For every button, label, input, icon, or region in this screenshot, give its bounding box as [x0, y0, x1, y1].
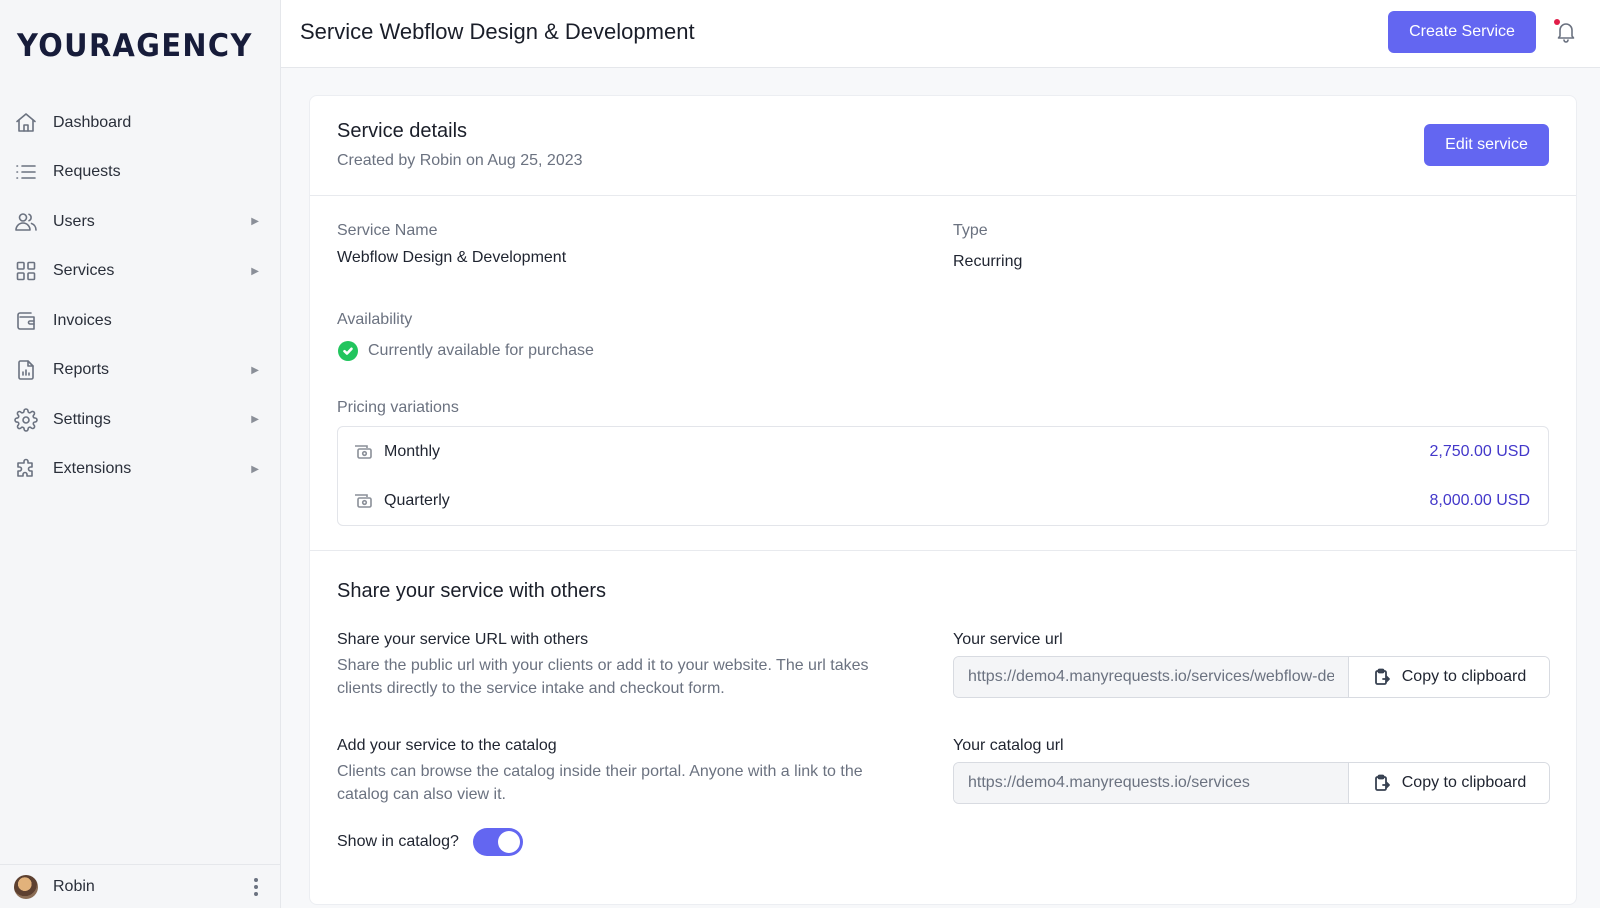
service-details-card: Service details Created by Robin on Aug … [309, 95, 1577, 905]
list-item: Monthly 2,750.00 USD [338, 427, 1548, 476]
price-variation-name: Quarterly [384, 491, 450, 509]
catalog-heading: Add your service to the catalog [337, 737, 557, 754]
service-url-input[interactable] [954, 657, 1348, 697]
agency-logo[interactable]: YOURAGENCY [17, 28, 253, 64]
sidebar-item-dashboard[interactable]: Dashboard [0, 98, 281, 148]
wallet-icon [14, 309, 38, 333]
sidebar-item-extensions[interactable]: Extensions ▶ [0, 445, 281, 495]
puzzle-icon [14, 457, 38, 481]
copy-button-label: Copy to clipboard [1401, 668, 1527, 685]
list-item: Quarterly 8,000.00 USD [338, 476, 1548, 525]
gear-icon [14, 407, 38, 432]
price-amount: 8,000.00 USD [1429, 491, 1530, 509]
sidebar-item-settings[interactable]: Settings ▶ [0, 395, 281, 445]
edit-service-button[interactable]: Edit service [1424, 124, 1549, 166]
more-options-icon[interactable] [245, 877, 267, 896]
expand-arrow-icon[interactable]: ▶ [251, 216, 259, 227]
service-name-label: Service Name [337, 222, 438, 239]
share-url-description: Share the public url with your clients o… [337, 657, 869, 697]
sidebar-item-requests[interactable]: Requests [0, 148, 281, 198]
sidebar-item-services[interactable]: Services ▶ [0, 247, 281, 297]
share-section-title: Share your service with others [337, 580, 607, 602]
pricing-label: Pricing variations [337, 399, 459, 416]
toggle-label: Show in catalog? [337, 833, 459, 850]
type-value: Recurring [953, 253, 1023, 270]
service-url-group: Copy to clipboard [953, 656, 1550, 698]
copy-service-url-button[interactable]: Copy to clipboard [1348, 657, 1549, 697]
copy-button-label: Copy to clipboard [1401, 774, 1527, 791]
catalog-url-label: Your catalog url [953, 737, 1064, 754]
card-header: Service details Created by Robin on Aug … [310, 96, 1576, 196]
price-variation-name: Monthly [384, 442, 441, 460]
expand-arrow-icon[interactable]: ▶ [251, 266, 259, 277]
sidebar-item-reports[interactable]: Reports ▶ [0, 346, 281, 396]
notification-bell-icon[interactable] [1554, 19, 1578, 43]
toggle-knob [497, 831, 520, 853]
user-name: Robin [53, 877, 95, 895]
grid-icon [14, 259, 38, 283]
home-icon [14, 111, 38, 135]
users-icon [14, 210, 38, 234]
pricing-variations-list: Monthly 2,750.00 USD Quarterly 8,000.00 … [337, 426, 1549, 526]
created-by-text: Created by Robin on Aug 25, 2023 [337, 152, 583, 169]
type-label: Type [953, 222, 988, 239]
sidebar-item-users[interactable]: Users ▶ [0, 197, 281, 247]
copy-catalog-url-button[interactable]: Copy to clipboard [1348, 763, 1549, 803]
sidebar-item-label: Extensions [53, 460, 132, 478]
sidebar-item-invoices[interactable]: Invoices [0, 296, 281, 346]
user-footer[interactable]: Robin [0, 864, 281, 908]
catalog-url-group: Copy to clipboard [953, 762, 1550, 804]
create-service-button[interactable]: Create Service [1388, 11, 1536, 53]
expand-arrow-icon[interactable]: ▶ [251, 365, 259, 376]
clipboard-icon [1374, 774, 1390, 791]
sidebar-item-label: Services [53, 262, 115, 280]
sidebar-item-label: Settings [53, 410, 111, 428]
service-name-value: Webflow Design & Development [337, 249, 567, 266]
cash-icon [354, 493, 372, 509]
report-icon [14, 358, 38, 382]
check-circle-icon [338, 341, 358, 361]
availability-label: Availability [337, 311, 413, 328]
availability-status: Currently available for purchase [337, 341, 594, 361]
sidebar-item-label: Dashboard [53, 113, 132, 131]
share-url-heading: Share your service URL with others [337, 631, 589, 648]
clipboard-icon [1374, 668, 1390, 685]
catalog-description: Clients can browse the catalog inside th… [337, 763, 863, 803]
expand-arrow-icon[interactable]: ▶ [251, 464, 259, 475]
sidebar-item-label: Invoices [53, 311, 112, 329]
availability-text: Currently available for purchase [368, 342, 594, 359]
avatar[interactable] [14, 874, 38, 899]
sidebar-item-label: Requests [53, 163, 121, 181]
sidebar-item-label: Reports [53, 361, 110, 379]
sidebar: YOURAGENCY Dashboard Requests Users ▶ Se… [0, 0, 281, 908]
page-header: Service Webflow Design & Development Cre… [281, 0, 1600, 68]
show-in-catalog-row: Show in catalog? [337, 828, 523, 856]
sidebar-item-label: Users [53, 212, 95, 230]
expand-arrow-icon[interactable]: ▶ [251, 414, 259, 425]
service-url-label: Your service url [953, 631, 1063, 648]
price-amount: 2,750.00 USD [1429, 442, 1530, 460]
sidebar-nav: Dashboard Requests Users ▶ Services ▶ In… [0, 98, 281, 494]
catalog-url-input[interactable] [954, 763, 1348, 803]
page-title: Service Webflow Design & Development [300, 19, 695, 44]
show-in-catalog-toggle[interactable] [472, 828, 523, 856]
section-divider [310, 550, 1576, 551]
section-title: Service details [337, 120, 468, 142]
notification-dot [1554, 19, 1560, 25]
list-icon [14, 160, 38, 184]
cash-icon [354, 444, 372, 460]
